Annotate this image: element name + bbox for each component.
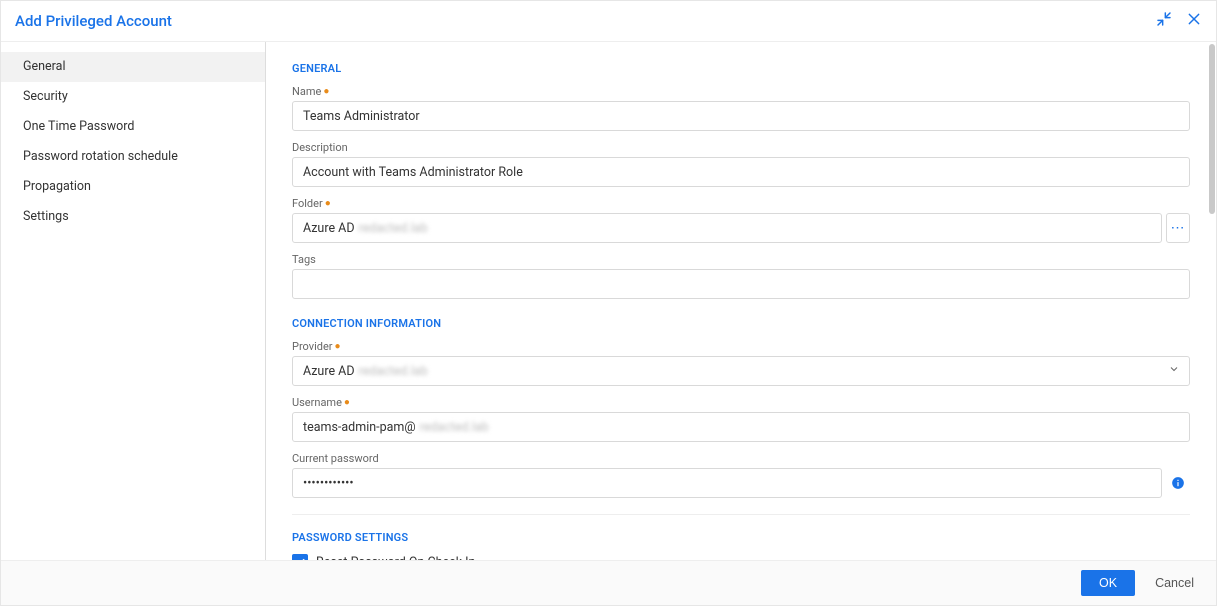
description-label: Description xyxy=(292,141,348,154)
reset-password-checkbox[interactable] xyxy=(292,554,308,560)
provider-label: Provider xyxy=(292,340,333,353)
current-password-input[interactable]: •••••••••••• xyxy=(292,468,1162,498)
folder-browse-button[interactable]: ⋯ xyxy=(1166,213,1190,243)
scrollbar[interactable] xyxy=(1209,44,1215,214)
tags-label: Tags xyxy=(292,253,316,266)
reset-password-checkbox-label: Reset Password On Check In xyxy=(316,555,475,561)
sidebar-item-settings[interactable]: Settings xyxy=(1,202,265,232)
name-input[interactable] xyxy=(292,101,1190,131)
required-marker: ● xyxy=(344,400,350,406)
required-marker: ● xyxy=(335,344,341,350)
sidebar-item-propagation[interactable]: Propagation xyxy=(1,172,265,202)
sidebar-nav: General Security One Time Password Passw… xyxy=(1,42,266,560)
username-label: Username xyxy=(292,396,342,409)
cancel-button[interactable]: Cancel xyxy=(1151,570,1198,596)
sidebar-item-security[interactable]: Security xyxy=(1,82,265,112)
collapse-icon[interactable] xyxy=(1156,11,1172,31)
name-label: Name xyxy=(292,85,321,98)
provider-select[interactable]: Azure AD redacted.lab xyxy=(292,356,1190,386)
sidebar-item-general[interactable]: General xyxy=(1,52,265,82)
section-title-general: GENERAL xyxy=(292,62,1190,75)
section-title-password-settings: PASSWORD SETTINGS xyxy=(292,531,1190,544)
window-title: Add Privileged Account xyxy=(15,12,172,30)
section-title-connection: CONNECTION INFORMATION xyxy=(292,317,1190,330)
sidebar-item-otp[interactable]: One Time Password xyxy=(1,112,265,142)
password-info-button[interactable] xyxy=(1166,468,1190,498)
username-input[interactable]: teams-admin-pam@ redacted.lab xyxy=(292,412,1190,442)
form-area: GENERAL Name ● Description Folder ● xyxy=(266,42,1216,560)
sidebar-item-rotation-schedule[interactable]: Password rotation schedule xyxy=(1,142,265,172)
titlebar: Add Privileged Account xyxy=(1,1,1216,42)
folder-input[interactable]: Azure AD redacted.lab xyxy=(292,213,1162,243)
required-marker: ● xyxy=(325,201,331,207)
ok-button[interactable]: OK xyxy=(1081,570,1135,596)
tags-input[interactable] xyxy=(292,269,1190,299)
description-input[interactable] xyxy=(292,157,1190,187)
close-icon[interactable] xyxy=(1186,11,1202,31)
current-password-label: Current password xyxy=(292,452,379,465)
folder-label: Folder xyxy=(292,197,323,210)
required-marker: ● xyxy=(323,89,329,95)
footer: OK Cancel xyxy=(1,560,1216,605)
